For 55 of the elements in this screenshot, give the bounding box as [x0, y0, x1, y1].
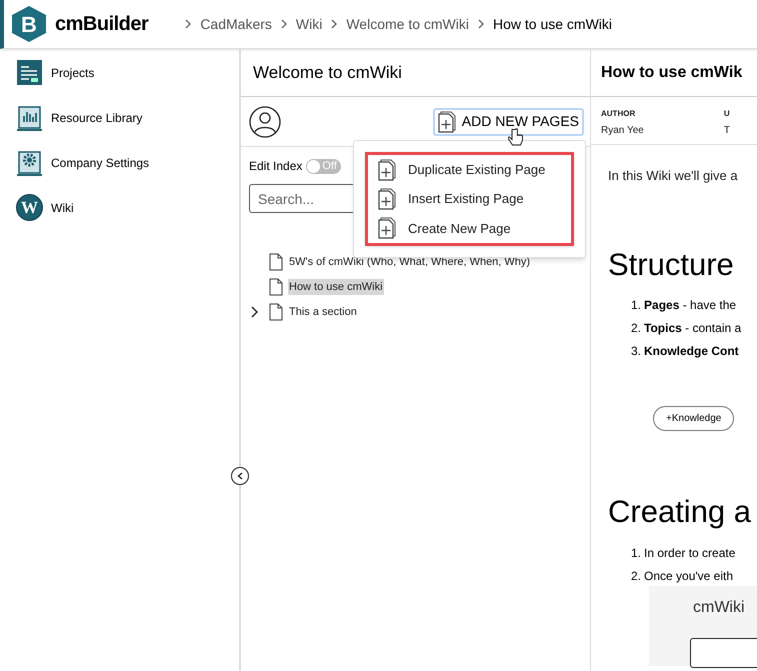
chevron-right-icon[interactable]: [251, 306, 259, 318]
page-plus-icon: [378, 158, 398, 181]
list-number: 3.: [631, 343, 642, 360]
panel-title: Welcome to cmWiki: [253, 62, 402, 84]
menu-item[interactable]: Duplicate Existing Page: [378, 158, 571, 181]
knowledge-button[interactable]: +Knowledge: [653, 406, 734, 431]
chevron-right-icon: [477, 19, 485, 29]
meta-value: Ryan Yee: [601, 124, 644, 138]
chevron-right-icon: [184, 19, 192, 29]
breadcrumb-link[interactable]: Wiki: [296, 14, 322, 34]
menu-item[interactable]: Create New Page: [378, 217, 571, 240]
chevron-left-icon: [237, 472, 243, 480]
page-title: How to use cmWik: [601, 62, 742, 82]
breadcrumb-link[interactable]: Welcome to cmWiki: [346, 14, 469, 34]
sidebar-item[interactable]: Projects: [16, 59, 239, 86]
document-icon: [269, 303, 283, 321]
brand-name: cmBuilder: [55, 12, 148, 37]
section-heading: Creating a: [608, 493, 752, 531]
list-text: Once you've eith: [644, 568, 734, 584]
chevron-right-icon: [280, 19, 288, 29]
blueprint-icon: [16, 59, 43, 86]
sidebar-item[interactable]: Company Settings: [16, 149, 239, 176]
breadcrumb-link[interactable]: CadMakers: [200, 14, 272, 34]
page-plus-icon: [378, 217, 398, 240]
bar-chart-board-icon: [16, 104, 43, 131]
intro-text: In this Wiki we'll give a: [608, 167, 739, 185]
logo-icon: B: [12, 6, 46, 42]
list-text: In order to create: [644, 544, 736, 562]
gear-board-icon: [16, 149, 43, 176]
list-text: Topics - contain a: [644, 320, 742, 337]
page-plus-icon: [438, 110, 458, 132]
list-number: 2.: [631, 568, 642, 584]
user-avatar-icon: [249, 106, 281, 138]
tree-item[interactable]: How to use cmWiki: [288, 278, 384, 296]
document-icon: [269, 278, 283, 296]
edit-index-label: Edit Index: [249, 158, 302, 175]
document-icon: [269, 253, 283, 271]
breadcrumb-link[interactable]: How to use cmWiki: [493, 14, 612, 34]
section-heading: Structure: [608, 246, 735, 284]
chevron-right-icon: [330, 19, 338, 29]
sidebar-item[interactable]: W Wiki: [16, 194, 239, 221]
tree-item[interactable]: This a section: [288, 304, 358, 320]
meta-label: AUTHOR: [601, 108, 636, 120]
list-number: 1.: [631, 544, 642, 562]
page-plus-icon: [378, 188, 398, 210]
add-new-pages-button[interactable]: ADD NEW PAGES: [432, 108, 584, 136]
collapse-button[interactable]: [231, 467, 249, 485]
embed-title: cmWiki: [693, 598, 745, 616]
meta-value: T: [724, 124, 730, 138]
list-text: Pages - have the: [644, 297, 736, 314]
list-number: 1.: [631, 297, 642, 314]
list-number: 2.: [631, 320, 642, 337]
sidebar-item[interactable]: Resource Library: [16, 104, 239, 131]
meta-label: U: [724, 108, 730, 120]
list-text: Knowledge Cont: [644, 343, 739, 360]
